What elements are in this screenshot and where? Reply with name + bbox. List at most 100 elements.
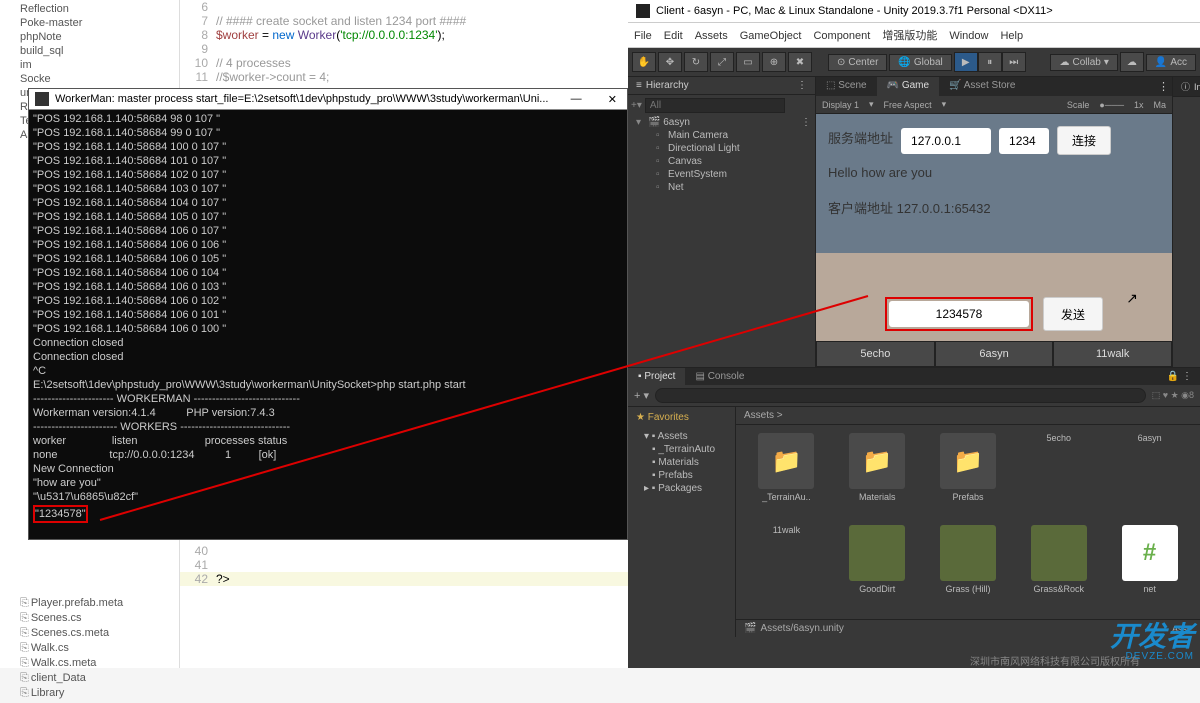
terminal-window[interactable]: WorkerMan: master process start_file=E:\… bbox=[28, 88, 628, 540]
pause-button[interactable]: ⏸ bbox=[978, 52, 1002, 72]
asset-Grass (Hill)[interactable]: Grass (Hill) bbox=[926, 525, 1011, 611]
hierarchy-item[interactable]: ▫Canvas bbox=[628, 155, 815, 168]
asset-6asyn[interactable]: ◈6asyn bbox=[1107, 433, 1192, 519]
minimize-button[interactable]: — bbox=[567, 93, 586, 105]
rect-tool[interactable]: ▭ bbox=[736, 52, 760, 72]
file-item[interactable]: Scenes.cs bbox=[0, 611, 179, 626]
space-toggle[interactable]: 🌐Global bbox=[889, 54, 951, 71]
hierarchy-item[interactable]: ▫Main Camera bbox=[628, 129, 815, 142]
project-tab[interactable]: ▪ Project bbox=[628, 368, 685, 385]
menu-增强版功能[interactable]: 增强版功能 bbox=[882, 30, 937, 42]
move-tool[interactable]: ✥ bbox=[658, 52, 682, 72]
watermark: 开发者 DEVZE.COM bbox=[1110, 623, 1194, 662]
asset-net[interactable]: #net bbox=[1107, 525, 1192, 611]
file-item[interactable]: im bbox=[0, 58, 179, 72]
tree-item[interactable]: ▪ _TerrainAuto bbox=[630, 443, 733, 456]
asset-Materials[interactable]: 📁Materials bbox=[835, 433, 920, 519]
game-toolbar[interactable]: Display 1▾ Free Aspect▾ Scale ●─── 1x Ma bbox=[816, 96, 1172, 114]
transform-tool[interactable]: ⊕ bbox=[762, 52, 786, 72]
server-ip-input[interactable] bbox=[901, 128, 991, 154]
cloud-button[interactable]: ☁ bbox=[1120, 52, 1144, 72]
hierarchy-item[interactable]: ▫Net bbox=[628, 181, 815, 194]
unity-editor: Client - 6asyn - PC, Mac & Linux Standal… bbox=[628, 0, 1200, 668]
hierarchy-tab[interactable]: ≡Hierarchy ⋮ bbox=[628, 77, 815, 95]
asset-GoodDirt[interactable]: GoodDirt bbox=[835, 525, 920, 611]
menu-assets[interactable]: Assets bbox=[695, 30, 728, 42]
assets-folder[interactable]: ▾ ▪ Assets bbox=[630, 430, 733, 443]
scene-tab-5echo[interactable]: 5echo bbox=[816, 341, 935, 367]
file-item[interactable]: phpNote bbox=[0, 30, 179, 44]
project-panel[interactable]: ▪ Project ▤ Console 🔒 ⋮ + ▾ ⬚ ♥ ★ ◉8 ★ F… bbox=[628, 368, 1200, 637]
packages-folder[interactable]: ▸ ▪ Packages bbox=[630, 482, 733, 495]
asset-_TerrainAu..[interactable]: 📁_TerrainAu.. bbox=[744, 433, 829, 519]
unity-toolbar[interactable]: ✋ ✥ ↻ ⤢ ▭ ⊕ ✖ ⊙Center 🌐Global ▶ ⏸ ⏭ ☁Col… bbox=[628, 48, 1200, 77]
menu-gameobject[interactable]: GameObject bbox=[740, 30, 802, 42]
close-button[interactable]: ✕ bbox=[604, 93, 621, 106]
console-tab[interactable]: ▤ Console bbox=[685, 368, 754, 385]
hierarchy-search[interactable] bbox=[645, 98, 785, 113]
step-button[interactable]: ⏭ bbox=[1002, 52, 1026, 72]
connect-button[interactable]: 连接 bbox=[1057, 126, 1111, 155]
asset-Grass&Rock[interactable]: Grass&Rock bbox=[1016, 525, 1101, 611]
file-item[interactable]: Poke-master bbox=[0, 16, 179, 30]
scene-tab-11walk[interactable]: 11walk bbox=[1053, 341, 1172, 367]
hierarchy-item[interactable]: ▫EventSystem bbox=[628, 168, 815, 181]
cursor-icon bbox=[1126, 290, 1138, 306]
scene-tab-6asyn[interactable]: 6asyn bbox=[935, 341, 1054, 367]
hierarchy-scene-root[interactable]: ▾🎬 6asyn ⋮ bbox=[628, 116, 815, 129]
tree-item[interactable]: ▪ Materials bbox=[630, 456, 733, 469]
account-button[interactable]: 👤Acc bbox=[1146, 54, 1196, 71]
hand-tool[interactable]: ✋ bbox=[632, 52, 656, 72]
play-button[interactable]: ▶ bbox=[954, 52, 978, 72]
custom-tool[interactable]: ✖ bbox=[788, 52, 812, 72]
rotate-tool[interactable]: ↻ bbox=[684, 52, 708, 72]
unity-logo-icon bbox=[636, 4, 650, 18]
file-item[interactable]: client_Data bbox=[0, 671, 179, 686]
file-item[interactable]: Player.prefab.meta bbox=[0, 596, 179, 611]
menu-help[interactable]: Help bbox=[1000, 30, 1023, 42]
menu-window[interactable]: Window bbox=[949, 30, 988, 42]
hierarchy-panel[interactable]: ≡Hierarchy ⋮ +▾ ▾🎬 6asyn ⋮ ▫Main Camera▫… bbox=[628, 77, 816, 367]
unity-titlebar[interactable]: Client - 6asyn - PC, Mac & Linux Standal… bbox=[628, 0, 1200, 23]
menu-edit[interactable]: Edit bbox=[664, 30, 683, 42]
asset-Prefabs[interactable]: 📁Prefabs bbox=[926, 433, 1011, 519]
terminal-titlebar[interactable]: WorkerMan: master process start_file=E:\… bbox=[29, 89, 627, 110]
inspector-panel[interactable]: ⓘ Ins bbox=[1172, 77, 1200, 367]
project-search[interactable] bbox=[655, 388, 1146, 403]
asset-11walk[interactable]: ◈11walk bbox=[744, 525, 829, 611]
asset-store-tab[interactable]: 🛒 Asset Store bbox=[939, 77, 1025, 96]
terminal-title-text: WorkerMan: master process start_file=E:\… bbox=[55, 93, 548, 105]
tree-item[interactable]: ▪ Prefabs bbox=[630, 469, 733, 482]
file-item[interactable]: Walk.cs.meta bbox=[0, 656, 179, 671]
add-button[interactable]: + ▾ bbox=[634, 389, 649, 402]
file-item[interactable]: Socke bbox=[0, 72, 179, 86]
menu-component[interactable]: Component bbox=[813, 30, 870, 42]
unity-title: Client - 6asyn - PC, Mac & Linux Standal… bbox=[656, 5, 1053, 17]
unity-menubar[interactable]: File Edit Assets GameObject Component 增强版功能 Wi… bbox=[628, 23, 1200, 48]
project-tree[interactable]: ★ Favorites ▾ ▪ Assets ▪ _TerrainAuto▪ M… bbox=[628, 407, 736, 637]
scene-tab[interactable]: ⬚ Scene bbox=[816, 77, 877, 96]
file-item[interactable]: Scenes.cs.meta bbox=[0, 626, 179, 641]
server-label: 服务端地址 bbox=[828, 128, 893, 147]
file-item[interactable]: Reflection bbox=[0, 2, 179, 16]
menu-file[interactable]: File bbox=[634, 30, 652, 42]
file-item[interactable]: Walk.cs bbox=[0, 641, 179, 656]
terminal-icon bbox=[35, 92, 49, 106]
game-panel: ⬚ Scene 🎮 Game 🛒 Asset Store ⋮ Display 1… bbox=[816, 77, 1172, 367]
terminal-body[interactable]: "POS 192.168.1.140:58684 98 0 107 ""POS … bbox=[29, 110, 627, 526]
server-port-input[interactable] bbox=[999, 128, 1049, 154]
message-input[interactable] bbox=[889, 301, 1029, 327]
hello-text: Hello how are you bbox=[828, 165, 1160, 180]
send-button[interactable]: 发送 bbox=[1043, 297, 1103, 331]
game-tab[interactable]: 🎮 Game bbox=[877, 77, 939, 96]
favorites-folder[interactable]: ★ Favorites bbox=[630, 411, 733, 424]
assets-breadcrumb[interactable]: Assets > bbox=[736, 407, 1200, 425]
pivot-toggle[interactable]: ⊙Center bbox=[828, 54, 887, 71]
game-view[interactable]: 服务端地址 连接 Hello how are you 客户端地址 127.0.0… bbox=[816, 114, 1172, 367]
collab-button[interactable]: ☁Collab▾ bbox=[1050, 54, 1117, 71]
asset-5echo[interactable]: ◈5echo bbox=[1016, 433, 1101, 519]
scale-tool[interactable]: ⤢ bbox=[710, 52, 734, 72]
hierarchy-item[interactable]: ▫Directional Light bbox=[628, 142, 815, 155]
file-item[interactable]: Library bbox=[0, 686, 179, 701]
file-item[interactable]: build_sql bbox=[0, 44, 179, 58]
